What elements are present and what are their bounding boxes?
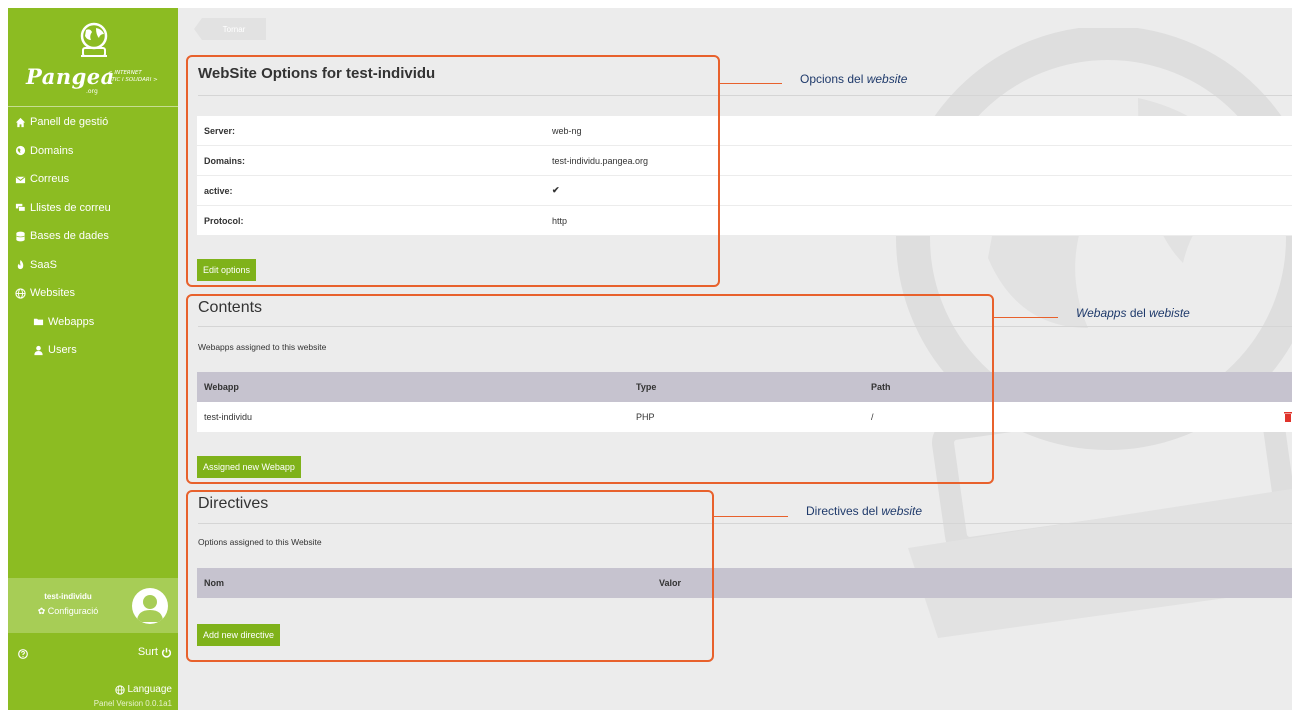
sidebar-item-label: SaaS [30,258,57,271]
annotation-emphasis: website [866,72,908,86]
back-button[interactable]: Tornar [194,18,266,40]
annotation-emphasis: Webapps [1076,306,1127,320]
gear-icon: ✿ [37,606,46,616]
folder-icon [32,316,45,327]
annotation-options: Opcions del website [800,72,907,86]
config-link[interactable]: ✿ Configuració [8,606,128,617]
sidebar-item-bases[interactable]: Bases de dades [8,222,178,251]
tagline-line2: ÈTIC I SOLIDARI > [108,77,158,83]
sidebar-item-saas[interactable]: SaaS [8,251,178,280]
sidebar-item-domains[interactable]: Domains [8,137,178,166]
brand-tagline: < INTERNET ÈTIC I SOLIDARI > [108,70,178,84]
annotation-emphasis: webiste [1149,306,1190,320]
avatar[interactable] [132,588,168,624]
annotation-prefix: Opcions del [800,72,867,86]
annotation-box-options [186,55,720,287]
logout-label: Surt [137,646,158,658]
sidebar-item-users[interactable]: Users [8,336,178,365]
avatar-user-icon [137,595,163,622]
user-name: test-individu [44,592,92,601]
globe-icon [14,288,27,299]
envelope-icon [14,174,27,185]
sidebar-item-websites[interactable]: Websites [8,279,178,308]
sidebar-item-llistes[interactable]: Llistes de correu [8,194,178,223]
sidebar-item-panell[interactable]: Panell de gestió [8,108,178,137]
sidebar-item-correus[interactable]: Correus [8,165,178,194]
sidebar-divider [8,106,178,107]
trash-icon[interactable] [1284,411,1292,422]
sidebar-item-label: Websites [30,287,76,300]
annotation-emphasis: website [881,504,923,518]
sidebar-item-webapps[interactable]: Webapps [8,308,178,337]
annotation-contents: Webapps del webiste [1076,306,1190,320]
globe-icon [14,145,27,156]
user-panel: test-individu ✿ Configuració [8,578,178,633]
annotation-line [994,317,1058,318]
annotation-prefix: Directives del [806,504,882,518]
user-icon [32,345,45,356]
power-icon [161,647,172,658]
sidebar-item-label: Panell de gestió [30,116,109,129]
database-icon [14,231,27,242]
fire-icon [14,259,27,270]
sidebar-item-label: Correus [30,173,70,186]
annotation-line [720,83,782,84]
annotation-suffix: del [1126,306,1150,320]
annotation-directives: Directives del website [806,504,922,518]
sidebar-item-label: Llistes de correu [30,201,111,214]
sidebar-footer: Surt Language Panel Version 0.0.1a1 [8,633,178,710]
mailing-list-icon [14,202,27,213]
sidebar-item-label: Users [48,344,77,357]
annotation-line [714,516,788,517]
panel-version: Panel Version 0.0.1a1 [93,699,172,708]
sidebar-item-label: Bases de dades [30,230,109,243]
globe-icon [114,684,125,695]
help-icon[interactable] [18,649,28,659]
home-icon [14,117,27,128]
config-label: Configuració [47,606,99,616]
sidebar-nav: Panell de gestió Domains Correus Llistes… [8,108,178,365]
annotation-box-directives [186,490,714,662]
language-selector[interactable]: Language [114,684,173,695]
logout-button[interactable]: Surt [138,646,172,658]
brand-name: Pangea [26,64,115,89]
logo[interactable]: Pangea .org < INTERNET ÈTIC I SOLIDARI > [8,8,178,108]
globe-logo-icon [80,22,108,57]
sidebar: Pangea .org < INTERNET ÈTIC I SOLIDARI >… [8,8,178,710]
sidebar-item-label: Webapps [48,315,95,328]
brand-suffix: .org [86,88,98,95]
tagline-line1: < INTERNET [108,70,142,76]
sidebar-item-label: Domains [30,144,74,157]
language-label: Language [127,684,173,695]
annotation-box-contents [186,294,994,484]
